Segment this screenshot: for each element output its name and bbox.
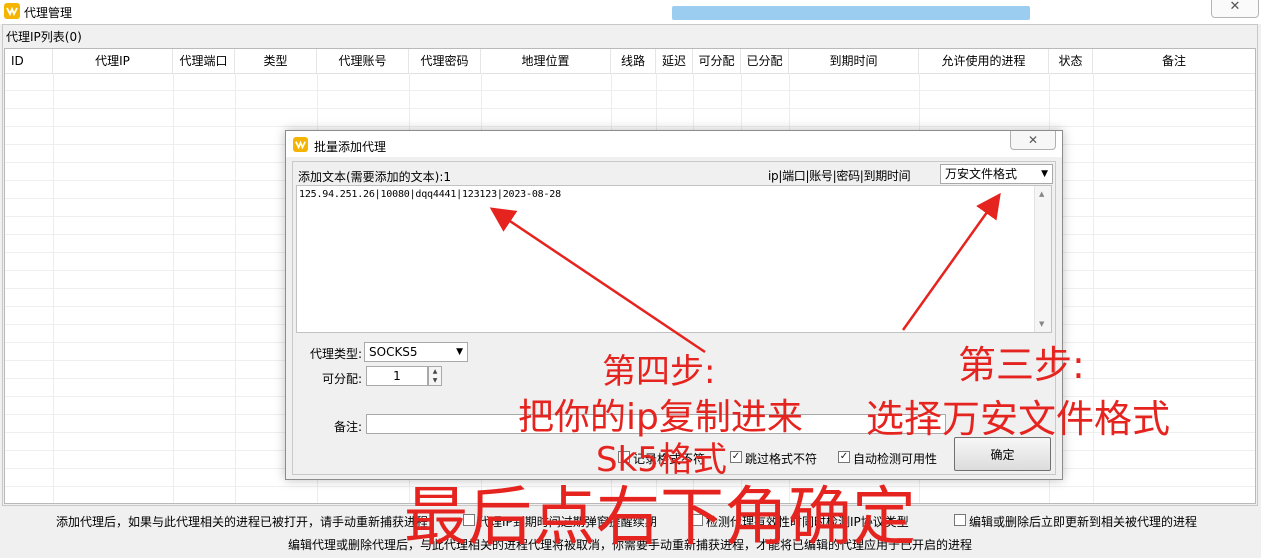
chevron-down-icon: ▼ xyxy=(1041,169,1048,179)
skip-format-label: 跳过格式不符 xyxy=(745,452,818,466)
col-expire-time[interactable]: 到期时间 xyxy=(789,49,919,73)
auto-check-checkbox[interactable]: ✓ xyxy=(838,451,850,463)
col-allocatable[interactable]: 可分配 xyxy=(693,49,741,73)
text-area-scrollbar[interactable]: ▲ ▼ xyxy=(1034,186,1051,332)
scroll-down-icon[interactable]: ▼ xyxy=(1039,320,1044,328)
col-id[interactable]: ID xyxy=(5,49,53,73)
blurred-bar xyxy=(672,6,1030,20)
dialog-title: 批量添加代理 xyxy=(314,140,387,154)
dialog-close-button[interactable]: ✕ xyxy=(1010,131,1056,150)
window-close-button[interactable]: ✕ xyxy=(1211,0,1259,18)
proxy-type-select[interactable]: SOCKS5 ▼ xyxy=(364,342,468,362)
auto-check-label: 自动检测可用性 xyxy=(853,452,938,466)
add-text-label: 添加文本(需要添加的文本):1 xyxy=(298,170,452,184)
chevron-down-icon: ▼ xyxy=(456,347,463,357)
window-title: 代理管理 xyxy=(24,6,73,20)
step3-line1: 选择万安文件格式 xyxy=(866,397,1171,441)
step4-title: 第四步: xyxy=(602,352,716,392)
window-titlebar: 代理管理 ✕ xyxy=(0,0,1261,24)
col-proxy-account[interactable]: 代理账号 xyxy=(317,49,409,73)
step3-title: 第三步: xyxy=(958,343,1085,387)
col-note[interactable]: 备注 xyxy=(1093,49,1255,73)
note-label: 备注: xyxy=(334,420,363,434)
proxy-type-label: 代理类型: xyxy=(310,347,363,361)
footer-info-text: 添加代理后，如果与此代理相关的进程已被打开，请手动重新捕获进程 xyxy=(56,515,429,529)
col-latency[interactable]: 延迟 xyxy=(656,49,693,73)
col-proxy-port[interactable]: 代理端口 xyxy=(173,49,235,73)
allocatable-stepper[interactable]: ▲ ▼ xyxy=(428,366,442,386)
format-hint: ip|端口|账号|密码|到期时间 xyxy=(768,169,911,183)
proxy-type-value: SOCKS5 xyxy=(369,345,418,359)
allocatable-label: 可分配: xyxy=(322,372,363,386)
format-select[interactable]: 万安文件格式 ▼ xyxy=(940,164,1053,184)
update-after-edit-label: 编辑或删除后立即更新到相关被代理的进程 xyxy=(969,515,1198,529)
skip-format-checkbox[interactable]: ✓ xyxy=(730,451,742,463)
dialog-titlebar: 批量添加代理 ✕ xyxy=(286,131,1062,157)
stepper-down-icon[interactable]: ▼ xyxy=(429,376,441,385)
col-location[interactable]: 地理位置 xyxy=(481,49,611,73)
table-header: ID 代理IP 代理端口 类型 代理账号 代理密码 地理位置 线路 延迟 可分配… xyxy=(5,49,1255,74)
col-type[interactable]: 类型 xyxy=(235,49,317,73)
dialog-logo-icon xyxy=(293,137,308,152)
allocatable-input[interactable]: 1 xyxy=(366,366,428,386)
col-status[interactable]: 状态 xyxy=(1049,49,1093,73)
proxy-text-area[interactable]: 125.94.251.26|10080|dqq4441|123123|2023-… xyxy=(296,185,1052,333)
final-step-text: 最后点右下角确定 xyxy=(404,481,916,555)
col-proxy-ip[interactable]: 代理IP xyxy=(53,49,173,73)
stepper-up-icon[interactable]: ▲ xyxy=(429,367,441,376)
col-line[interactable]: 线路 xyxy=(611,49,656,73)
proxy-text-content: 125.94.251.26|10080|dqq4441|123123|2023-… xyxy=(299,189,561,200)
col-proxy-password[interactable]: 代理密码 xyxy=(409,49,481,73)
proxy-list-label: 代理IP列表(0) xyxy=(6,30,82,44)
col-allocated[interactable]: 已分配 xyxy=(741,49,789,73)
format-select-value: 万安文件格式 xyxy=(945,167,1018,181)
col-allowed-process[interactable]: 允许使用的进程 xyxy=(919,49,1049,73)
app-logo-icon xyxy=(4,3,20,19)
scroll-up-icon[interactable]: ▲ xyxy=(1039,190,1044,198)
update-after-edit-checkbox[interactable] xyxy=(954,514,966,526)
